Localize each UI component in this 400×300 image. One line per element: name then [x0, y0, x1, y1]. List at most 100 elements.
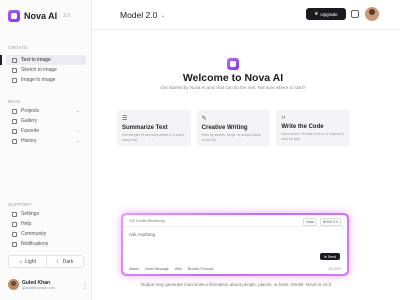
user-profile[interactable]: Guled Khan guled@example.com	[8, 279, 55, 290]
sidebar-item-sketch-to-image[interactable]: Sketch to image	[6, 65, 86, 75]
chevron-down-icon: ⌄	[75, 138, 80, 144]
model-selector[interactable]: Model 2.0 ⌄	[120, 10, 165, 20]
avatar[interactable]	[365, 7, 379, 21]
card-description: Spin up stories, blogs, or unique ideas …	[201, 133, 262, 142]
composer-body: 100 Credits Remaining Data NOVA 2.0 Ask …	[123, 215, 347, 274]
sidebar-item-image-to-image[interactable]: Image to image	[6, 75, 86, 85]
page-subtitle: Get started by Nova AI and chat can do t…	[160, 85, 306, 90]
more-icon[interactable]: ⋮	[82, 283, 88, 290]
sidebar-item-projects[interactable]: Projects ⌄	[6, 106, 86, 116]
chevron-down-icon: ⌄	[75, 108, 80, 114]
card-description: Get the gist of any long article in a sh…	[122, 133, 185, 142]
brand-version: 2.0	[63, 13, 71, 19]
credits-remaining: 100 Credits Remaining	[129, 219, 165, 223]
logo-icon	[8, 10, 20, 22]
sidebar-item-notifications[interactable]: Notifications	[6, 239, 86, 249]
app-window: Nova AI 2.0 CREATE Text to image Sketch …	[0, 0, 400, 300]
topbar: Model 2.0 ⌄ ♛ Upgrade	[92, 0, 400, 30]
send-label: Send	[327, 254, 337, 259]
sidebar-item-settings[interactable]: Settings	[6, 209, 86, 219]
bell-icon	[12, 241, 17, 247]
section-label-create: CREATE	[8, 45, 28, 50]
composer-chips: Data NOVA 2.0	[303, 218, 341, 226]
card-title: Summarize Text	[122, 125, 168, 131]
gallery-icon	[12, 118, 17, 124]
theme-light-button[interactable]: ☼ Light	[9, 256, 47, 267]
browse-prompts-button[interactable]: Browse Prompts	[188, 267, 214, 271]
chevron-down-icon: ⌄	[160, 12, 166, 19]
suggestion-cards: ☰ Summarize Text Get the gist of any lon…	[117, 110, 351, 146]
history-icon	[12, 138, 17, 144]
disclaimer: Output may generate inaccurate informati…	[140, 282, 332, 287]
attach-button[interactable]: Attach	[129, 267, 139, 271]
send-button[interactable]: ➤ Send	[320, 253, 340, 260]
user-info: Guled Khan guled@example.com	[22, 280, 55, 290]
divider	[123, 226, 347, 227]
user-email: guled@example.com	[22, 285, 55, 290]
heart-icon	[12, 128, 17, 134]
model-label: Model 2.0	[120, 10, 158, 20]
upgrade-button[interactable]: ♛ Upgrade	[306, 8, 346, 20]
sidebar-item-gallery[interactable]: Gallery	[6, 116, 86, 126]
sidebar: Nova AI 2.0 CREATE Text to image Sketch …	[0, 0, 92, 300]
active-indicator	[0, 55, 2, 65]
pen-icon: ✎	[201, 116, 207, 122]
sidebar-item-label: Image to image	[21, 77, 56, 83]
model-chip[interactable]: NOVA 2.0	[319, 218, 341, 226]
card-write-the-code[interactable]: ‹› Write the Code Need code? I'll write …	[276, 110, 351, 146]
chevron-down-icon: ⌄	[75, 128, 80, 134]
help-icon	[12, 221, 17, 227]
theme-dark-label: Dark	[62, 258, 74, 265]
sidebar-item-label: Gallery	[21, 118, 37, 124]
composer-tools: Attach Voice Message Web Browse Prompts	[129, 267, 214, 271]
user-name: Guled Khan	[22, 279, 51, 286]
sidebar-item-label: Help	[21, 221, 32, 227]
sidebar-item-history[interactable]: History ⌄	[6, 136, 86, 146]
sidebar-item-label: Notifications	[21, 241, 49, 247]
community-icon	[12, 231, 17, 237]
logo-icon	[227, 58, 239, 70]
sketch-icon	[12, 67, 17, 73]
page-title: Welcome to Nova AI	[182, 72, 284, 84]
brand: Nova AI 2.0	[8, 10, 70, 22]
card-description: Need code? I'll write it, fix it, or exp…	[281, 132, 344, 141]
theme-dark-button[interactable]: ☾ Dark	[47, 256, 84, 267]
theme-toggle: ☼ Light ☾ Dark	[8, 255, 84, 268]
card-creative-writing[interactable]: ✎ Creative Writing Spin up stories, blog…	[196, 110, 271, 146]
theme-light-label: Light	[25, 258, 36, 265]
code-icon: ‹›	[281, 115, 286, 121]
gear-icon[interactable]	[351, 10, 359, 18]
sidebar-item-label: Community	[21, 231, 47, 237]
data-chip[interactable]: Data	[303, 218, 317, 226]
card-summarize-text[interactable]: ☰ Summarize Text Get the gist of any lon…	[117, 110, 191, 146]
list-icon: ☰	[122, 116, 128, 122]
chat-input[interactable]: Ask Anything	[129, 232, 155, 237]
web-button[interactable]: Web	[175, 267, 182, 271]
moon-icon: ☾	[56, 258, 61, 265]
section-label-main: MAIN	[8, 99, 21, 104]
brand-name: Nova AI	[24, 11, 58, 21]
sun-icon: ☼	[18, 258, 24, 265]
sidebar-item-label: Favorite	[21, 128, 40, 134]
sidebar-item-label: Text to image	[21, 57, 51, 63]
crown-icon: ♛	[314, 11, 319, 16]
avatar	[8, 279, 19, 290]
sidebar-item-label: Projects	[21, 108, 40, 114]
sidebar-item-label: History	[21, 138, 37, 144]
sidebar-item-label: Settings	[21, 211, 40, 217]
character-count: 20/1000	[328, 267, 341, 271]
folder-icon	[12, 108, 17, 114]
sidebar-item-help[interactable]: Help	[6, 219, 86, 229]
card-title: Creative Writing	[201, 125, 248, 131]
chat-composer: 100 Credits Remaining Data NOVA 2.0 Ask …	[121, 213, 349, 276]
gear-icon	[12, 211, 17, 217]
card-title: Write the Code	[281, 124, 324, 130]
section-label-support: SUPPORT	[8, 202, 32, 207]
voice-message-button[interactable]: Voice Message	[145, 267, 169, 271]
image-icon	[12, 57, 17, 63]
sidebar-item-label: Sketch to image	[21, 67, 57, 73]
sidebar-item-favorite[interactable]: Favorite ⌄	[6, 126, 86, 136]
sidebar-item-text-to-image[interactable]: Text to image	[6, 55, 86, 65]
sidebar-item-community[interactable]: Community	[6, 229, 86, 239]
upgrade-label: Upgrade	[320, 11, 338, 17]
